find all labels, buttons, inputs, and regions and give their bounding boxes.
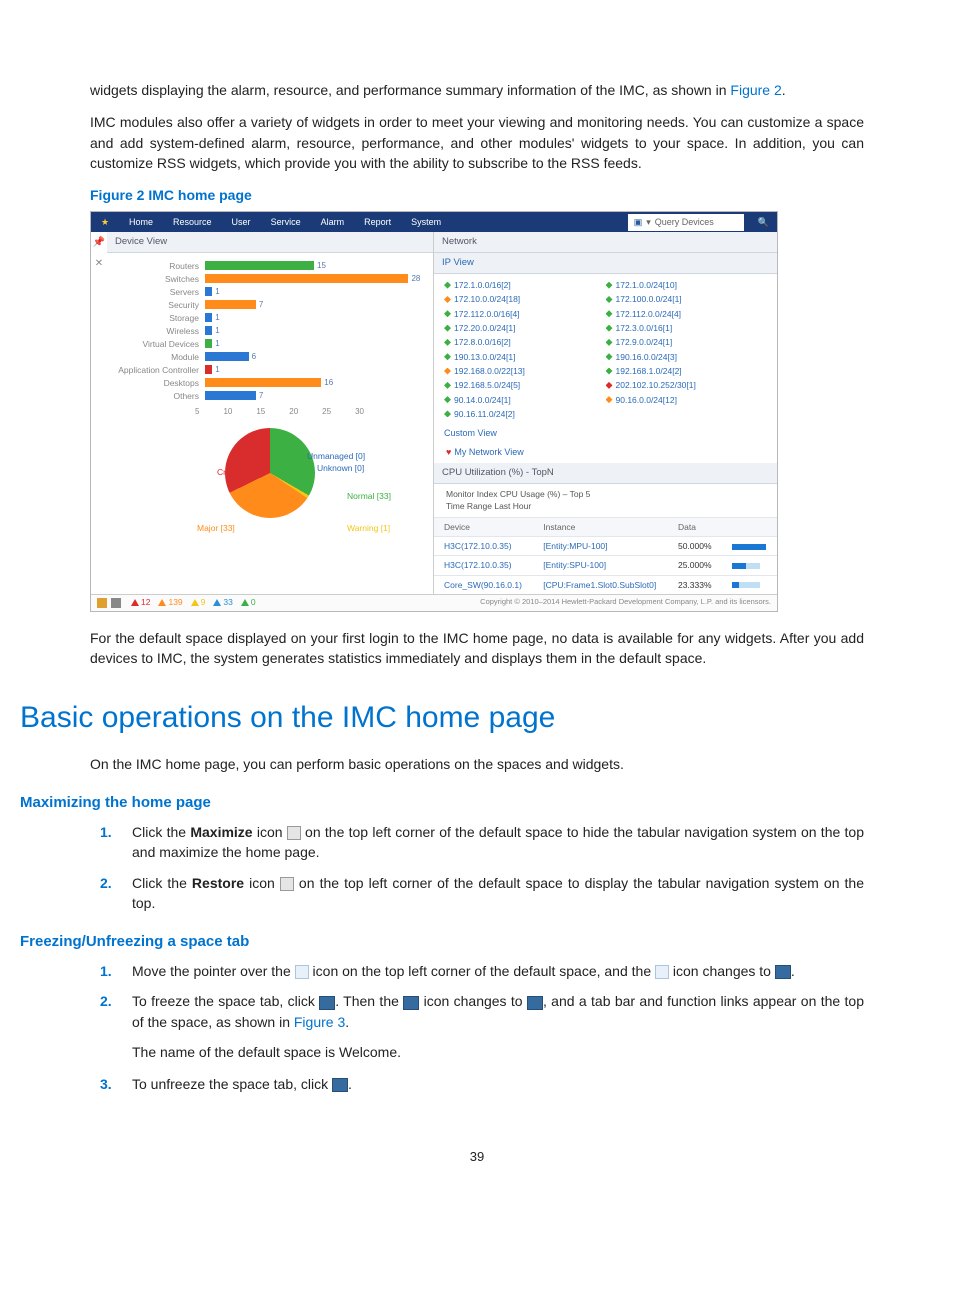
ip-item[interactable]: 172.3.0.0/16[1] xyxy=(606,321,768,335)
top-menubar: ★ Home Resource User Service Alarm Repor… xyxy=(91,212,777,232)
menu-service[interactable]: Service xyxy=(261,216,311,229)
menu-alarm[interactable]: Alarm xyxy=(311,216,355,229)
bar-row: Module6 xyxy=(117,350,423,363)
cpu-title: CPU Utilization (%) - TopN xyxy=(434,463,777,484)
bar-row: Others7 xyxy=(117,389,423,402)
basic-operations-heading: Basic operations on the IMC home page xyxy=(20,696,864,740)
ip-item[interactable]: 190.16.0.0/24[3] xyxy=(606,350,768,364)
unfreeze-icon xyxy=(527,996,543,1010)
pin-icon[interactable]: 📌 xyxy=(93,236,105,251)
ip-item[interactable]: 192.168.0.0/22[13] xyxy=(444,364,606,378)
bar-row: Storage1 xyxy=(117,311,423,324)
page-number: 39 xyxy=(90,1148,864,1167)
intro-paragraph: widgets displaying the alarm, resource, … xyxy=(90,80,864,100)
bar-row: Switches28 xyxy=(117,272,423,285)
device-view-title: Device View xyxy=(107,232,433,253)
freeze-step-1: 1. Move the pointer over the icon on the… xyxy=(132,961,864,981)
figure2-caption: Figure 2 IMC home page xyxy=(90,185,864,205)
menu-user[interactable]: User xyxy=(222,216,261,229)
ip-item[interactable]: 172.1.0.0/24[10] xyxy=(606,278,768,292)
network-title: Network xyxy=(434,232,777,253)
copyright: Copyright © 2010–2014 Hewlett-Packard De… xyxy=(480,597,771,608)
ip-item[interactable]: 90.16.0.0/24[12] xyxy=(606,393,768,407)
bar-row: Security7 xyxy=(117,298,423,311)
step-item: 1.Click the Maximize icon on the top lef… xyxy=(132,822,864,863)
table-row[interactable]: H3C(172.10.0.35)[Entity:MPU-100]50.000% xyxy=(434,536,777,555)
network-icon: ▣ xyxy=(634,216,643,229)
maximizing-heading: Maximizing the home page xyxy=(20,792,864,814)
menu-report[interactable]: Report xyxy=(354,216,401,229)
table-row[interactable]: H3C(172.10.0.35)[Entity:SPU-100]25.000% xyxy=(434,556,777,575)
collapse-sidebar[interactable]: 📌 ✕ xyxy=(91,232,107,271)
freeze-icon xyxy=(775,965,791,979)
ip-item[interactable]: 192.168.1.0/24[2] xyxy=(606,364,768,378)
device-bar-chart: Routers15Switches28Servers1Security7Stor… xyxy=(107,253,433,404)
unfreeze-icon xyxy=(332,1078,348,1092)
ip-view-title[interactable]: IP View xyxy=(434,253,777,274)
expand-icon[interactable]: ✕ xyxy=(95,257,103,272)
cpu-table: DeviceInstanceData H3C(172.10.0.35)[Enti… xyxy=(434,517,777,594)
ip-item[interactable]: 172.1.0.0/16[2] xyxy=(444,278,606,292)
menu-home[interactable]: Home xyxy=(119,216,163,229)
ip-item[interactable]: 172.10.0.0/24[18] xyxy=(444,292,606,306)
bar-row: Application Controller1 xyxy=(117,363,423,376)
ip-item[interactable]: 190.13.0.0/24[1] xyxy=(444,350,606,364)
footer-icon-2[interactable] xyxy=(111,598,121,608)
ip-item[interactable]: 172.112.0.0/16[4] xyxy=(444,307,606,321)
freeze-step-2: 2. To freeze the space tab, click . Then… xyxy=(132,991,864,1062)
ip-item[interactable]: 172.100.0.0/24[1] xyxy=(606,292,768,306)
custom-view-link[interactable]: Custom View xyxy=(434,425,777,442)
ip-item[interactable]: 90.14.0.0/24[1] xyxy=(444,393,606,407)
ip-item[interactable]: 192.168.5.0/24[5] xyxy=(444,378,606,392)
status-pie-chart: Critical [13] Major [33] Unmanaged [0] U… xyxy=(107,418,433,534)
bar-row: Servers1 xyxy=(117,285,423,298)
my-network-view[interactable]: ♥My Network View xyxy=(434,442,777,463)
ip-item[interactable]: 172.8.0.0/16[2] xyxy=(444,335,606,349)
ip-item[interactable]: 202.102.10.252/30[1] xyxy=(606,378,768,392)
freeze-icon xyxy=(319,996,335,1010)
footer-icon-1[interactable] xyxy=(97,598,107,608)
figure3-link[interactable]: Figure 3 xyxy=(294,1014,345,1030)
maximize-icon xyxy=(287,826,301,840)
maximize-icon xyxy=(280,877,294,891)
menu-system[interactable]: System xyxy=(401,216,451,229)
ip-item[interactable]: 172.9.0.0/24[1] xyxy=(606,335,768,349)
figure2-link[interactable]: Figure 2 xyxy=(730,82,781,98)
freezing-heading: Freezing/Unfreezing a space tab xyxy=(20,931,864,953)
query-devices-box[interactable]: ▣▾ Query Devices xyxy=(628,214,744,231)
menu-resource[interactable]: Resource xyxy=(163,216,222,229)
bar-row: Desktops16 xyxy=(117,376,423,389)
ip-item[interactable]: 172.20.0.0/24[1] xyxy=(444,321,606,335)
pin-icon xyxy=(295,965,309,979)
alarm-indicator[interactable]: 0 xyxy=(241,596,256,608)
figure2-screenshot: ★ Home Resource User Service Alarm Repor… xyxy=(90,211,778,611)
star-icon[interactable]: ★ xyxy=(91,216,119,229)
after-figure-paragraph: For the default space displayed on your … xyxy=(90,628,864,669)
paragraph-2: IMC modules also offer a variety of widg… xyxy=(90,112,864,173)
freeze-icon xyxy=(403,996,419,1010)
heart-icon: ♥ xyxy=(446,446,451,459)
alarm-indicator[interactable]: 33 xyxy=(213,596,232,608)
bar-row: Routers15 xyxy=(117,259,423,272)
table-row[interactable]: Core_SW(90.16.0.1)[CPU:Frame1.Slot0.SubS… xyxy=(434,575,777,594)
search-icon[interactable]: 🔍 xyxy=(750,216,777,229)
basic-operations-intro: On the IMC home page, you can perform ba… xyxy=(90,754,864,774)
ip-item[interactable]: 172.112.0.0/24[4] xyxy=(606,307,768,321)
step-item: 2.Click the Restore icon on the top left… xyxy=(132,873,864,914)
bar-row: Virtual Devices1 xyxy=(117,337,423,350)
bar-row: Wireless1 xyxy=(117,324,423,337)
alarm-indicator[interactable]: 9 xyxy=(191,596,206,608)
alarm-indicator[interactable]: 12 xyxy=(131,596,150,608)
freeze-step-3: 3. To unfreeze the space tab, click . xyxy=(132,1074,864,1094)
alarm-indicator[interactable]: 139 xyxy=(158,596,182,608)
pin-icon xyxy=(655,965,669,979)
ip-item[interactable]: 90.16.11.0/24[2] xyxy=(444,407,606,421)
